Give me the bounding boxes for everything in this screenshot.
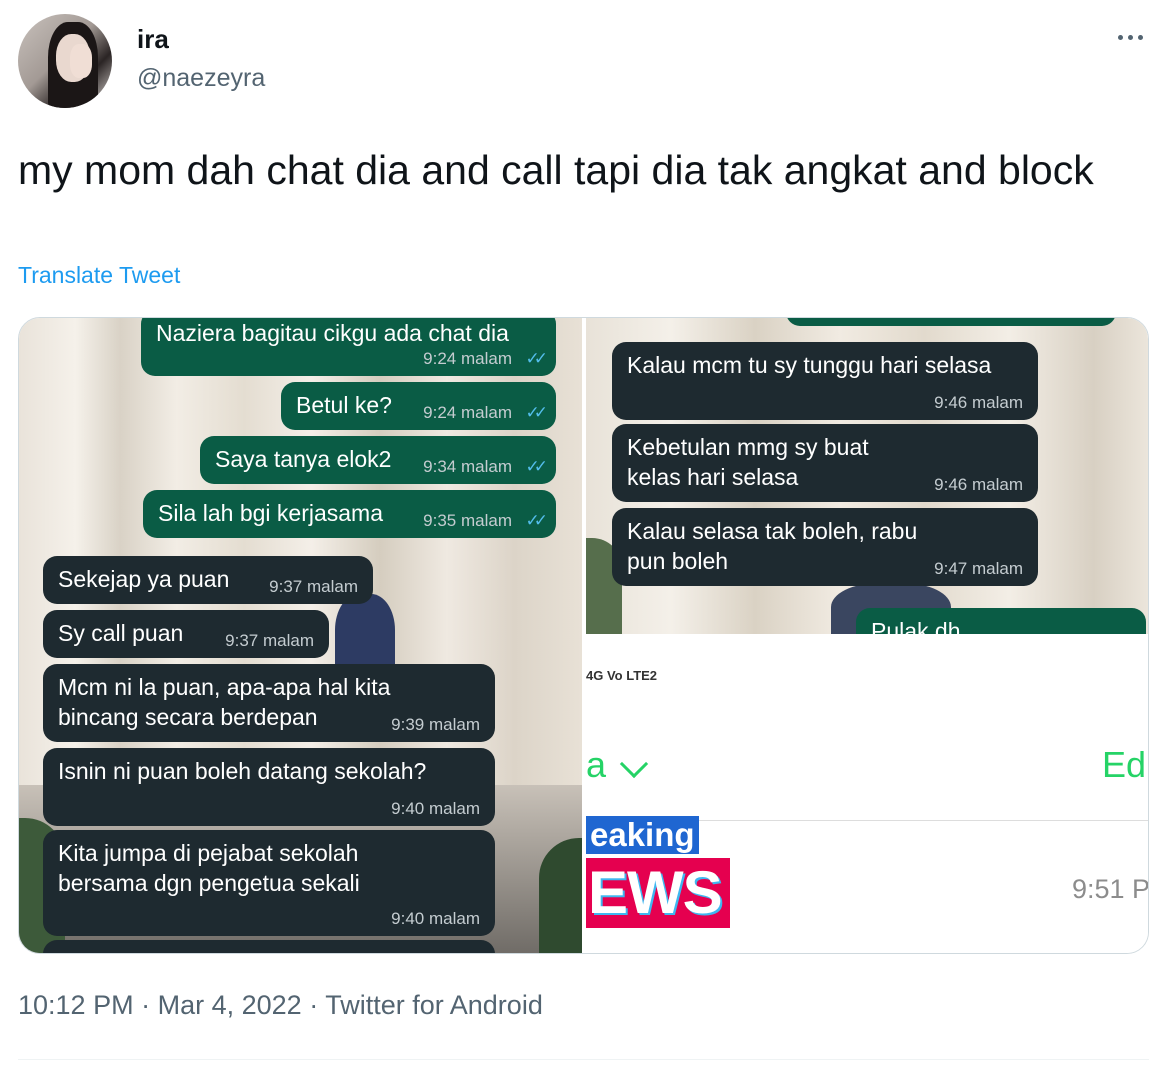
display-name[interactable]: ira bbox=[137, 24, 169, 55]
read-ticks-icon: ✓✓ bbox=[525, 511, 548, 530]
message-time: 9:24 malam bbox=[423, 349, 512, 368]
chat-screenshot-right[interactable]: Kalau mcm tu sy tunggu hari selasa 9:46 … bbox=[586, 318, 1149, 953]
meta-separator: · bbox=[141, 990, 151, 1020]
chat-bubble-incoming: Sy call puan 9:37 malam bbox=[43, 610, 329, 658]
meta-separator: · bbox=[309, 990, 319, 1020]
chat-bubble-incoming: Isnin ni puan boleh datang sekolah? 9:40… bbox=[43, 748, 495, 826]
message-text: Kita jumpa di pejabat sekolah bersama dg… bbox=[58, 840, 360, 896]
tweet-text: my mom dah chat dia and call tapi dia ta… bbox=[18, 147, 1094, 193]
tweet-media[interactable]: Naziera bagitau cikgu ada chat dia 9:24 … bbox=[18, 317, 1149, 954]
chat-bubble-outgoing: Naziera bagitau cikgu ada chat dia 9:24 … bbox=[141, 318, 556, 376]
chat-bubble-incoming: Kebetulan mmg sy buat kelas hari selasa … bbox=[612, 424, 1038, 502]
chat-screenshot-left[interactable]: Naziera bagitau cikgu ada chat dia 9:24 … bbox=[19, 318, 582, 953]
message-time: 9:37 malam bbox=[269, 577, 358, 596]
chat-screenshot-top: Kalau mcm tu sy tunggu hari selasa 9:46 … bbox=[586, 318, 1148, 634]
tweet-meta: 10:12 PM · Mar 4, 2022 · Twitter for And… bbox=[18, 990, 543, 1021]
translate-tweet-link[interactable]: Translate Tweet bbox=[18, 262, 180, 289]
message-time: 9:46 malam bbox=[934, 475, 1023, 494]
chevron-down-icon[interactable] bbox=[619, 749, 649, 779]
message-time: 9:39 malam bbox=[391, 715, 480, 734]
read-ticks-icon: ✓✓ bbox=[525, 403, 548, 422]
chat-bubble-outgoing: Betul ke? 9:24 malam ✓✓ bbox=[281, 382, 556, 430]
breaking-news-label: eaking bbox=[586, 816, 699, 854]
message-time: 9:40 malam bbox=[391, 909, 480, 928]
chat-bubble-incoming: Kalau selasa tak boleh, rabu pun boleh 9… bbox=[612, 508, 1038, 586]
message-time: 9:46 malam bbox=[934, 393, 1023, 412]
message-text: Kebetulan mmg sy buat kelas hari selasa bbox=[627, 434, 869, 490]
chat-list-time: 9:51 P bbox=[1071, 874, 1149, 904]
contact-name[interactable]: a bbox=[586, 744, 606, 786]
message-time: 9:24 malam bbox=[423, 403, 512, 422]
tweet-time[interactable]: 10:12 PM bbox=[18, 990, 134, 1020]
chat-bubble-incoming: Kalau mcm tu sy tunggu hari selasa 9:46 … bbox=[612, 342, 1038, 420]
message-text: Kalau selasa tak boleh, rabu pun boleh bbox=[627, 518, 918, 574]
more-options-icon[interactable] bbox=[1112, 22, 1148, 52]
status-bar: 4G Vo LTE2 bbox=[586, 668, 658, 683]
user-handle[interactable]: @naezeyra bbox=[137, 64, 265, 93]
message-text: Naziera bagitau cikgu ada chat dia bbox=[156, 320, 509, 346]
news-label: EWS bbox=[586, 858, 730, 928]
chat-bubble-incoming: Kita jumpa di pejabat sekolah bersama dg… bbox=[43, 830, 495, 936]
edit-button[interactable]: Ed bbox=[1102, 744, 1146, 786]
chat-bubble-outgoing: Saya tanya elok2 9:34 malam ✓✓ bbox=[200, 436, 556, 484]
read-ticks-icon: ✓✓ bbox=[525, 349, 548, 368]
chat-bubble-outgoing-cropped bbox=[786, 318, 1116, 326]
chat-bubble-incoming: Mcm ni la puan, apa-apa hal kita bincang… bbox=[43, 664, 495, 742]
avatar[interactable] bbox=[18, 14, 112, 108]
chat-bubble-incoming-cropped bbox=[43, 940, 495, 953]
message-time: 9:34 malam bbox=[423, 457, 512, 476]
message-text: Kalau mcm tu sy tunggu hari selasa bbox=[627, 352, 992, 378]
message-time: 9:37 malam bbox=[225, 631, 314, 650]
message-time: 9:35 malam bbox=[423, 511, 512, 530]
tweet-source[interactable]: Twitter for Android bbox=[325, 990, 543, 1020]
chat-bubble-outgoing: Sila lah bgi kerjasama 9:35 malam ✓✓ bbox=[143, 490, 556, 538]
message-time: 9:47 malam bbox=[934, 559, 1023, 578]
message-text: Mcm ni la puan, apa-apa hal kita bincang… bbox=[58, 674, 391, 730]
message-text: Pulak dh bbox=[871, 618, 961, 634]
message-time: 9:40 malam bbox=[391, 799, 480, 818]
divider bbox=[18, 1059, 1149, 1060]
chat-bubble-incoming: Sekejap ya puan 9:37 malam bbox=[43, 556, 373, 604]
message-text: Isnin ni puan boleh datang sekolah? bbox=[58, 758, 427, 784]
read-ticks-icon: ✓✓ bbox=[525, 457, 548, 476]
chat-bubble-outgoing: Pulak dh bbox=[856, 608, 1146, 634]
tweet-date[interactable]: Mar 4, 2022 bbox=[158, 990, 302, 1020]
